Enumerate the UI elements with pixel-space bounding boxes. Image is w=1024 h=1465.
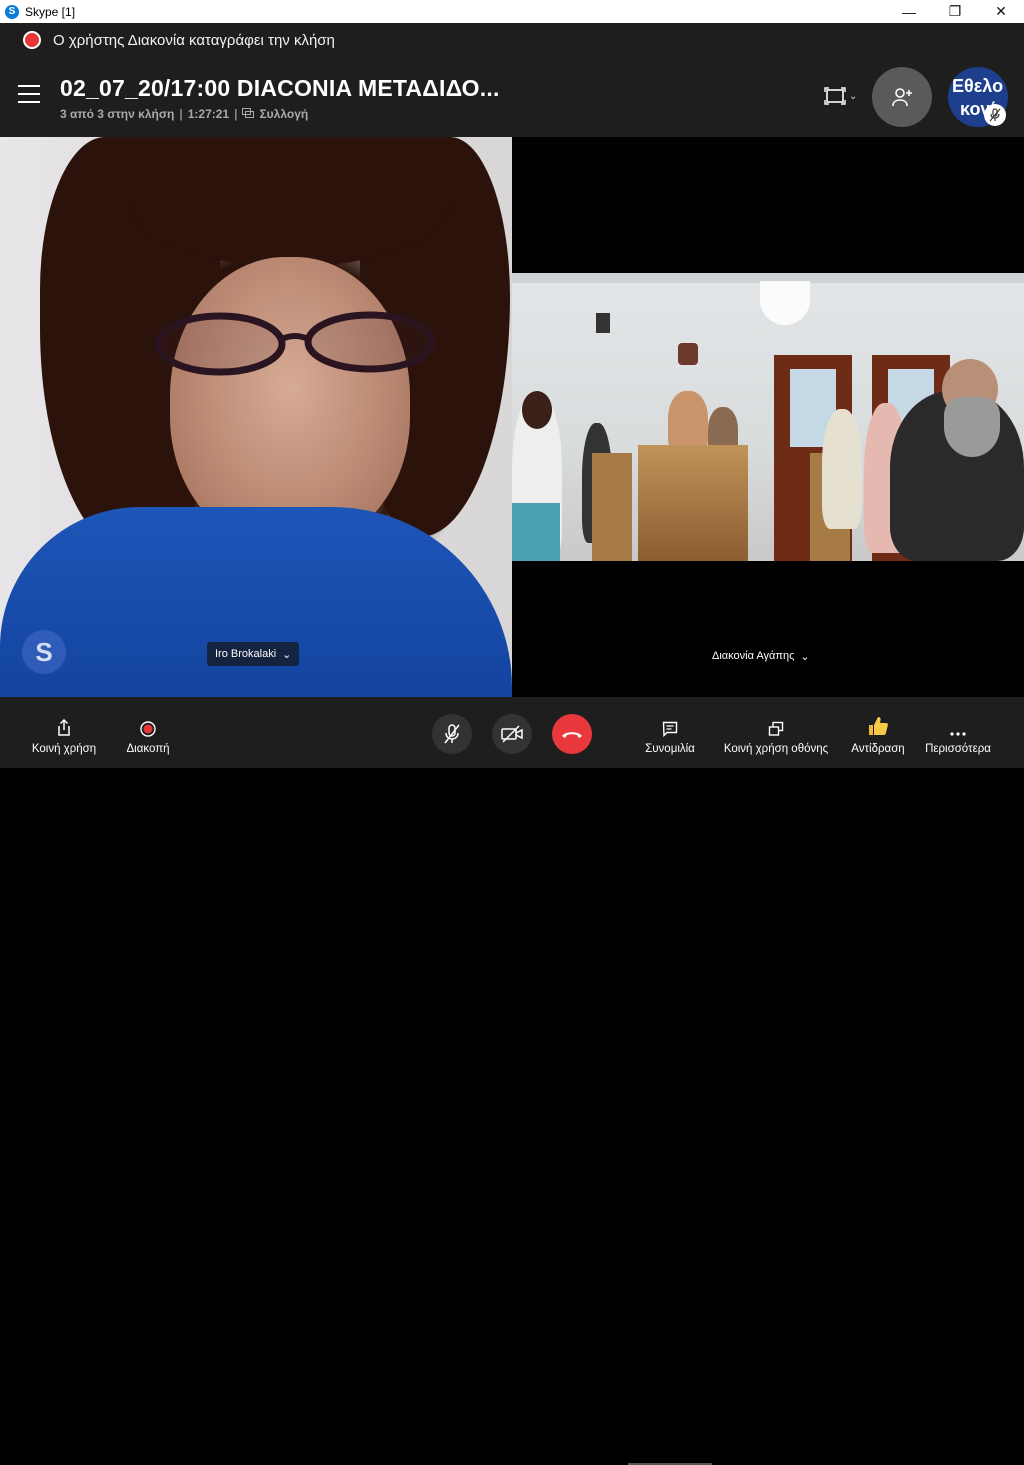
call-toolbar: Κοινή χρήση Διακοπή Συνομιλία Κοινή χρήσ… (0, 697, 1024, 1465)
participant-video-left[interactable]: S Iro Brokalaki ⌄ (0, 137, 512, 697)
share-icon (56, 697, 72, 737)
recording-text: Ο χρήστης Διακονία καταγράφει την κλήση (53, 31, 335, 49)
close-button[interactable]: ✕ (978, 0, 1024, 23)
hang-up-icon (562, 732, 582, 738)
call-duration: 1:27:21 (187, 107, 230, 121)
thumbs-up-icon (867, 697, 889, 737)
participant-name-left[interactable]: Iro Brokalaki ⌄ (207, 642, 300, 666)
window-titlebar: S Skype [1] — ❐ ✕ (0, 0, 1024, 23)
reaction-button[interactable]: Αντίδραση (846, 697, 910, 768)
video-toggle-button[interactable] (492, 714, 532, 754)
add-participant-button[interactable] (872, 67, 932, 127)
maximize-button[interactable]: ❐ (932, 0, 978, 23)
share-screen-icon (768, 697, 784, 737)
record-stop-icon (140, 697, 156, 737)
gallery-icon (242, 107, 255, 121)
add-person-icon (892, 88, 912, 107)
share-screen-button[interactable]: Κοινή χρήση οθόνης (718, 697, 834, 768)
mute-mic-button[interactable] (432, 714, 472, 754)
gallery-label[interactable]: Συλλογή (259, 107, 308, 121)
skype-watermark-icon: S (22, 630, 66, 674)
participant-count: 3 από 3 στην κλήση (60, 107, 175, 121)
chevron-down-icon: ⌄ (282, 648, 292, 661)
window-title: Skype [1] (25, 4, 76, 19)
muted-mic-badge-icon (984, 104, 1006, 126)
chat-button[interactable]: Συνομιλία (638, 697, 702, 768)
mic-off-icon (444, 724, 460, 744)
recording-icon (23, 31, 41, 49)
chat-icon (662, 697, 678, 737)
chevron-down-icon: ⌄ (849, 90, 858, 102)
layout-button[interactable]: ⌄ (824, 87, 857, 105)
call-title: 02_07_20/17:00 DIACONIA ΜΕΤΑΔΙΔΟ... (60, 75, 500, 101)
layout-icon (824, 87, 846, 105)
participant-video-right[interactable]: Διακονία Αγάπης ⌄ (512, 137, 1024, 697)
video-off-icon (501, 725, 523, 743)
call-header: 02_07_20/17:00 DIACONIA ΜΕΤΑΔΙΔΟ... 3 απ… (0, 57, 1024, 137)
room-video-feed (512, 273, 1024, 561)
call-subtitle: 3 από 3 στην κλήση | 1:27:21 | Συλλογή (60, 107, 309, 121)
recording-banner: Ο χρήστης Διακονία καταγράφει την κλήση (0, 23, 1024, 57)
chevron-down-icon: ⌄ (800, 650, 810, 663)
minimize-button[interactable]: — (886, 0, 932, 23)
share-button[interactable]: Κοινή χρήση (28, 697, 100, 768)
menu-icon[interactable] (18, 85, 40, 103)
skype-logo-icon: S (5, 4, 19, 19)
more-dots-icon (949, 697, 967, 737)
stop-recording-button[interactable]: Διακοπή (120, 697, 176, 768)
more-options-button[interactable]: Περισσότερα (920, 697, 996, 768)
participant-name-right[interactable]: Διακονία Αγάπης ⌄ (704, 644, 818, 668)
end-call-button[interactable] (552, 714, 592, 754)
